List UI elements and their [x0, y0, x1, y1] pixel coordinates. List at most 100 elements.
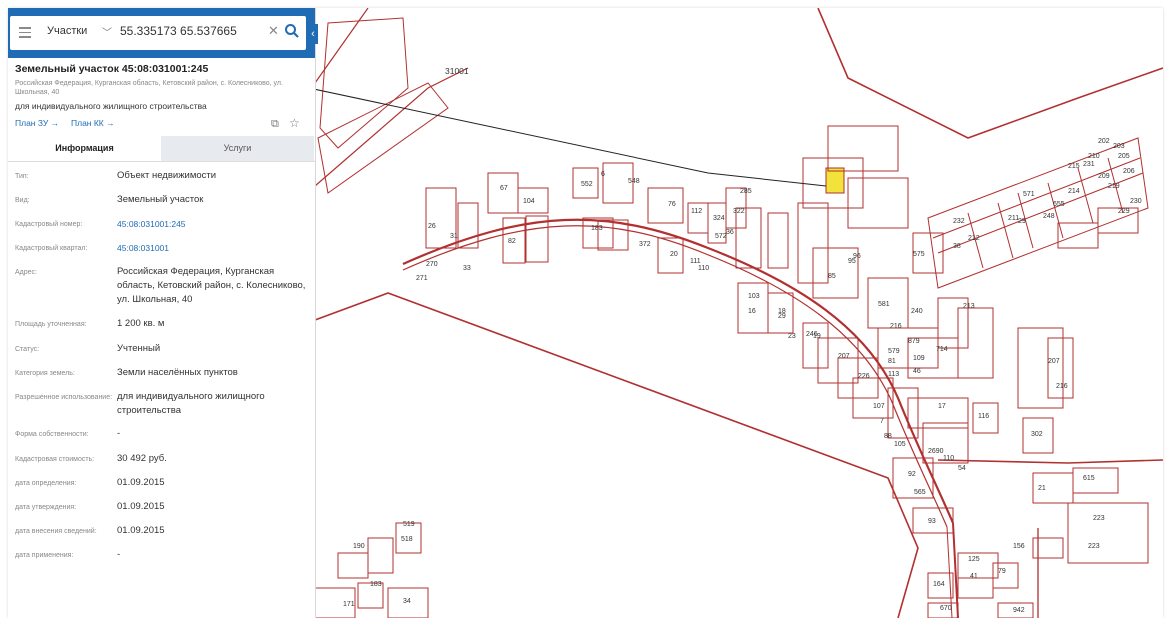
parcel-number-label: 33: [463, 265, 471, 272]
collapse-panel-button[interactable]: ‹: [308, 24, 318, 44]
parcel-number-label: 105: [894, 441, 906, 448]
parcel-number-label: 112: [691, 208, 702, 215]
search-input[interactable]: 55.335173 65.537665: [120, 24, 237, 38]
parcel-number-label: 17: [938, 403, 946, 410]
parcel-number-label: 76: [668, 201, 676, 208]
parcel-number-label: 210: [1088, 153, 1100, 160]
parcel-number-label: 38: [953, 243, 961, 250]
parcel-number-label: 183: [370, 581, 382, 588]
parcel-number-label: 552: [581, 181, 593, 188]
field-label: Категория земель:: [15, 370, 75, 377]
parcel-number-label: 202: [1098, 138, 1110, 145]
field-value: 30 492 руб.: [117, 453, 167, 464]
parcel-number-label: 879: [908, 338, 920, 345]
object-title: Земельный участок 45:08:031001:245: [15, 63, 209, 75]
parcel-number-label: 93: [928, 518, 936, 525]
parcel-number-label: 226: [858, 373, 870, 380]
parcel-number-label: 372: [639, 241, 651, 248]
parcel-number-label: 6: [601, 171, 605, 178]
field-value: -: [117, 428, 121, 439]
parcel-number-label: 110: [698, 265, 709, 272]
field-label: Кадастровая стоимость:: [15, 456, 95, 463]
cadastral-quarter-link[interactable]: 45:08:031001: [117, 241, 307, 255]
parcel-number-label: 111: [690, 258, 701, 265]
field-label: Площадь уточненная:: [15, 321, 87, 328]
field-value: Российская Федерация, Курганская область…: [117, 266, 306, 305]
parcel-number-label: 216: [1056, 383, 1068, 390]
parcel-number-label: 116: [978, 413, 989, 420]
parcel-number-label: 29: [1018, 218, 1026, 225]
field-value: 01.09.2015: [117, 501, 165, 512]
parcel-number-label: 324: [713, 215, 725, 222]
parcel-number-label: 271: [416, 275, 428, 282]
field-label: Кадастровый квартал:: [15, 245, 88, 252]
parcel-number-label: 82: [508, 238, 516, 245]
info-panel: Участки ﹀ 55.335173 65.537665 ✕ ‹ Земель…: [8, 8, 318, 618]
parcel-number-label: 81: [888, 358, 896, 365]
parcel-number-label: 714: [936, 346, 948, 353]
parcel-number-label: 571: [1023, 191, 1035, 198]
parcel-number-label: 26: [428, 223, 436, 230]
tab-services[interactable]: Услуги: [161, 136, 314, 161]
parcel-number-label: 519: [403, 521, 415, 528]
parcel-number-label: 23: [788, 333, 796, 340]
parcel-number-label: 203: [1113, 143, 1125, 150]
star-icon[interactable]: ☆: [289, 116, 300, 130]
parcel-number-label: 240: [911, 308, 923, 315]
object-use: для индивидуального жилищного строительс…: [15, 101, 207, 111]
field-label: Статус:: [15, 346, 40, 353]
parcel-number-label: 109: [913, 355, 925, 362]
share-icon[interactable]: ⧉: [271, 118, 279, 131]
tab-info[interactable]: Информация: [8, 136, 161, 161]
parcel-number-label: 322: [733, 208, 745, 215]
parcel-number-label: 248: [1043, 213, 1055, 220]
search-box: Участки ﹀ 55.335173 65.537665 ✕: [10, 16, 306, 50]
parcel-number-label: 565: [914, 489, 926, 496]
cadastral-number-link[interactable]: 45:08:031001:245: [117, 217, 307, 231]
parcel-number-label: 79: [998, 568, 1006, 575]
field-label: дата утверждения:: [15, 504, 77, 511]
field-value: Земельный участок: [117, 194, 204, 205]
clear-icon[interactable]: ✕: [268, 23, 279, 39]
parcel-number-label: 670: [940, 605, 952, 612]
parcel-number-label: 54: [958, 465, 966, 472]
parcel-number-label: 232: [953, 218, 965, 225]
field-value: Учтенный: [117, 343, 161, 354]
parcel-number-label: 20: [670, 251, 678, 258]
field-label: дата применения:: [15, 552, 74, 559]
field-value: 1 200 кв. м: [117, 318, 165, 329]
parcel-number-label: 285: [740, 188, 752, 195]
field-label: Форма собственности:: [15, 431, 89, 438]
chevron-down-icon[interactable]: ﹀: [102, 24, 112, 39]
field-value: -: [117, 549, 121, 560]
parcel-number-label: 113: [888, 371, 899, 378]
parcel-number-label: 164: [933, 581, 945, 588]
field-label: дата внесения сведений:: [15, 528, 97, 535]
search-icon[interactable]: [284, 23, 302, 41]
parcel-number-label: 31: [450, 233, 458, 240]
parcel-number-label: 92: [908, 471, 916, 478]
parcel-number-label: 107: [873, 403, 885, 410]
parcel-number-label: 67: [500, 185, 508, 192]
parcel-number-label: 223: [1088, 543, 1100, 550]
plan-kk-link[interactable]: План КК →: [71, 118, 115, 128]
field-value: 01.09.2015: [117, 477, 165, 488]
app-window: 104 67 76 112 548 6 552 82 183 372 20 111 110 18 103 16…: [8, 8, 1163, 618]
parcel-number-label: 206: [1123, 168, 1135, 175]
layer-select[interactable]: Участки: [47, 25, 87, 37]
plan-zu-link[interactable]: План ЗУ →: [15, 118, 59, 128]
field-label: Вид:: [15, 197, 30, 204]
parcel-number-label: 36: [726, 229, 734, 236]
parcel-number-label: 302: [1031, 431, 1043, 438]
parcel-number-label: 46: [913, 368, 921, 375]
menu-icon[interactable]: [19, 27, 31, 39]
parcel-number-label: 219: [1108, 183, 1120, 190]
parcel-number-label: 213: [963, 303, 975, 310]
field-value: 01.09.2015: [117, 525, 165, 536]
parcel-number-label: 207: [838, 353, 850, 360]
parcel-number-label: 125: [968, 556, 980, 563]
parcel-number-label: 34: [403, 598, 411, 605]
parcel-number-label: 231: [1083, 161, 1095, 168]
parcel-number-label: 212: [968, 235, 980, 242]
field-value: Земли населённых пунктов: [117, 367, 238, 378]
